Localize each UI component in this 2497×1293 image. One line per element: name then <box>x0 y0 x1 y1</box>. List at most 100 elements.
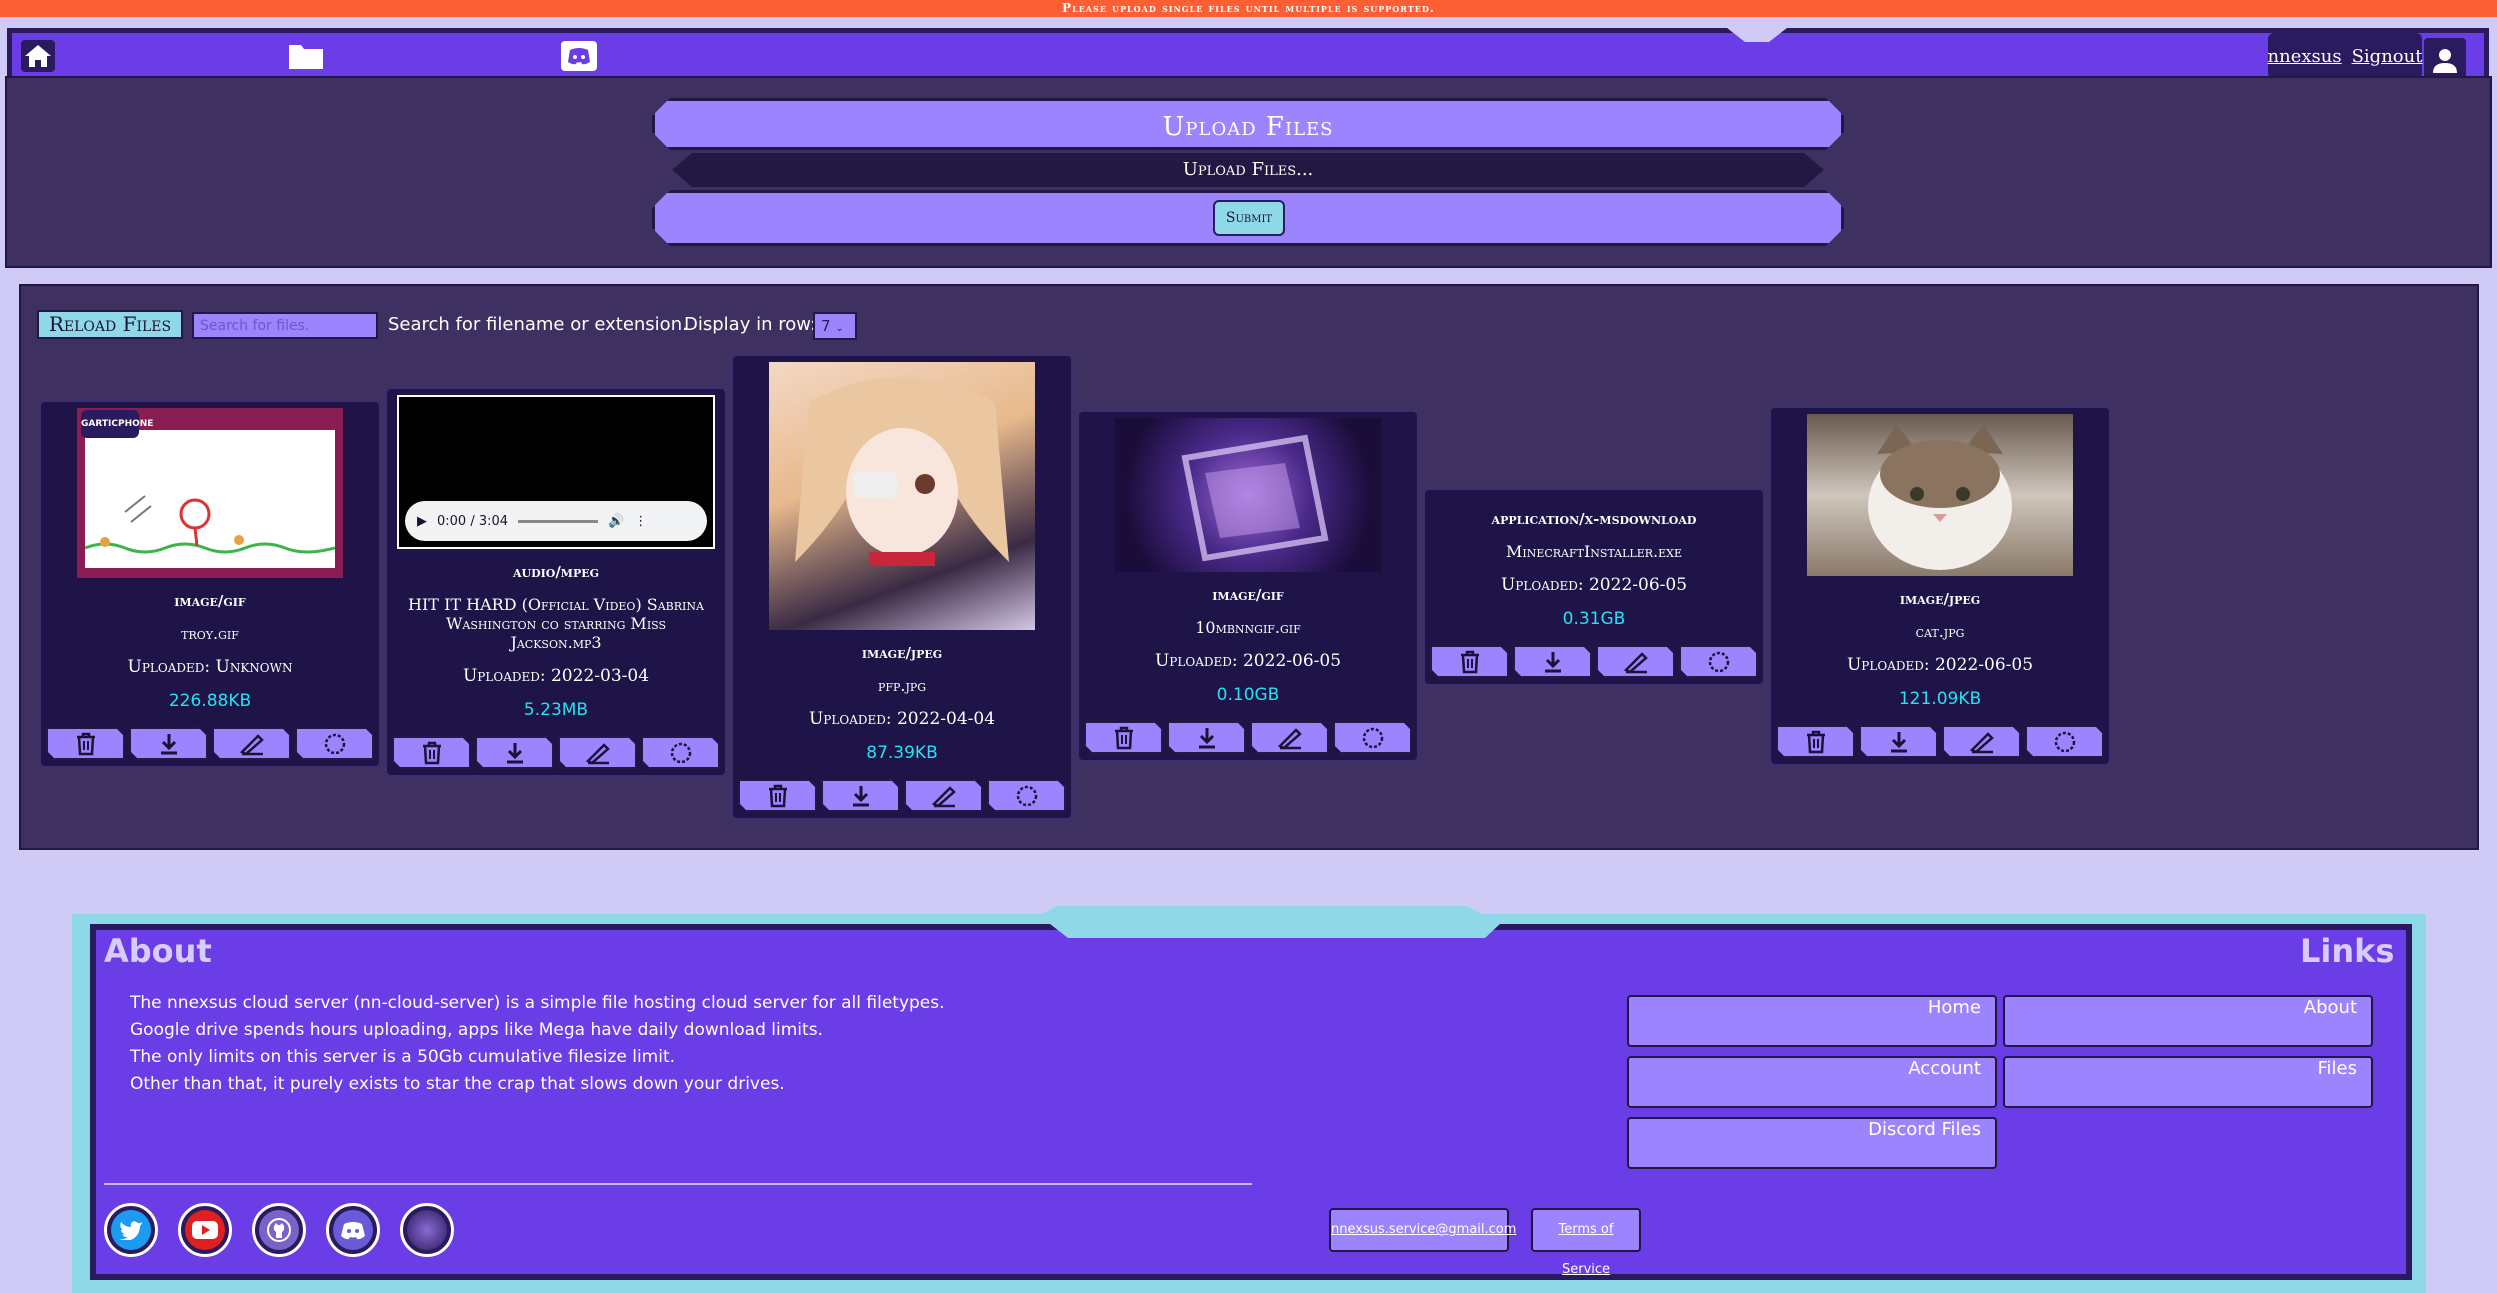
about-line: The only limits on this server is a 50Gb… <box>130 1047 676 1067</box>
download-button[interactable] <box>1513 645 1592 678</box>
twitter-icon[interactable] <box>104 1203 158 1257</box>
file-name: HIT IT HARD (Official Video) Sabrina Was… <box>408 595 704 652</box>
download-button[interactable] <box>821 779 900 812</box>
preview-button[interactable] <box>641 736 720 769</box>
file-name: troy.gif <box>181 624 239 643</box>
preview-icon <box>323 732 347 756</box>
upload-title: Upload Files <box>652 98 1844 150</box>
file-size: 0.10GB <box>1216 685 1280 705</box>
file-type: application/x-msdownload <box>1491 510 1697 528</box>
link-discord-files[interactable]: Discord Files <box>1627 1117 1997 1169</box>
preview-button[interactable] <box>295 727 374 760</box>
delete-button[interactable] <box>738 779 817 812</box>
signout-link[interactable]: Signout <box>2352 46 2423 67</box>
row-select-value: 7 <box>821 317 831 335</box>
file-type: image/jpeg <box>1899 590 1981 608</box>
file-card: image/jpeg cat.jpg Uploaded: 2022-06-05 … <box>1769 406 2111 766</box>
delete-button[interactable] <box>392 736 471 769</box>
row-select[interactable]: 7 ⌄ <box>813 312 857 340</box>
preview-button[interactable] <box>1679 645 1758 678</box>
preview-button[interactable] <box>2025 725 2104 758</box>
trash-icon <box>75 732 97 756</box>
profile-icon[interactable] <box>400 1203 454 1257</box>
download-icon <box>504 741 526 765</box>
link-about[interactable]: About <box>2003 995 2373 1047</box>
rename-button[interactable] <box>904 779 983 812</box>
rename-button[interactable] <box>1250 721 1329 754</box>
file-date: Uploaded: 2022-03-04 <box>462 666 650 686</box>
discord-icon[interactable] <box>326 1203 380 1257</box>
upload-file-input[interactable]: Upload Files... <box>672 153 1824 187</box>
reload-files-button[interactable]: Reload Files <box>37 310 183 339</box>
more-icon[interactable]: ⋮ <box>634 514 647 529</box>
download-button[interactable] <box>129 727 208 760</box>
home-icon[interactable] <box>19 38 57 74</box>
search-input[interactable] <box>192 312 378 339</box>
about-line: Google drive spends hours uploading, app… <box>130 1020 823 1040</box>
github-icon[interactable] <box>252 1203 306 1257</box>
trash-icon <box>1113 726 1135 750</box>
rename-button[interactable] <box>558 736 637 769</box>
email-link[interactable]: nnexsus.service@gmail.com <box>1329 1208 1516 1252</box>
file-size: 226.88KB <box>168 691 252 711</box>
delete-button[interactable] <box>1084 721 1163 754</box>
tos-link[interactable]: Terms of Service <box>1531 1208 1641 1277</box>
delete-button[interactable] <box>1430 645 1509 678</box>
link-files[interactable]: Files <box>2003 1056 2373 1108</box>
file-name: 10mbnngif.gif <box>1195 618 1301 637</box>
about-line: The nnexsus cloud server (nn-cloud-serve… <box>130 993 945 1013</box>
about-text: The nnexsus cloud server (nn-cloud-serve… <box>130 990 945 1098</box>
file-size: 87.39KB <box>866 743 938 763</box>
file-type: audio/mpeg <box>512 563 600 581</box>
rename-icon <box>1623 650 1649 674</box>
username-link[interactable]: nnexsus <box>2268 46 2342 67</box>
file-size: 121.09KB <box>1898 689 1982 709</box>
audio-controls: ▶ 0:00 / 3:04 🔊 ⋮ <box>405 501 707 541</box>
user-menu: nnexsus Signout <box>2268 33 2422 79</box>
file-type: image/jpeg <box>861 644 943 662</box>
download-icon <box>850 784 872 808</box>
trash-icon <box>421 741 443 765</box>
rename-icon <box>1969 730 1995 754</box>
download-button[interactable] <box>1167 721 1246 754</box>
rename-icon <box>1277 726 1303 750</box>
trash-icon <box>1805 730 1827 754</box>
rename-icon <box>239 732 265 756</box>
discord-icon[interactable] <box>560 38 598 74</box>
preview-icon <box>2053 730 2077 754</box>
play-icon[interactable]: ▶ <box>417 514 427 529</box>
download-button[interactable] <box>475 736 554 769</box>
rename-button[interactable] <box>1942 725 2021 758</box>
rename-button[interactable] <box>1596 645 1675 678</box>
folder-icon[interactable] <box>287 38 325 74</box>
links-title: Links <box>2300 932 2395 970</box>
file-card: application/x-msdownload MinecraftInstal… <box>1423 488 1765 686</box>
trash-icon <box>1459 650 1481 674</box>
link-account[interactable]: Account <box>1627 1056 1997 1108</box>
rename-button[interactable] <box>212 727 291 760</box>
youtube-icon[interactable] <box>178 1203 232 1257</box>
file-card: ▶ 0:00 / 3:04 🔊 ⋮ audio/mpeg HIT IT HARD… <box>385 387 727 777</box>
trash-icon <box>767 784 789 808</box>
submit-button[interactable]: Submit <box>1213 200 1285 236</box>
search-hint: Search for filename or extension. <box>388 314 688 335</box>
file-thumbnail <box>1115 418 1381 572</box>
warning-banner: Please upload single files until multipl… <box>0 0 2497 17</box>
audio-progress[interactable] <box>518 519 599 523</box>
garticphone-logo: GARTICPHONE <box>81 410 153 438</box>
about-title: About <box>104 932 212 970</box>
file-type: image/gif <box>174 592 246 610</box>
volume-icon[interactable]: 🔊 <box>608 514 624 529</box>
audio-player: ▶ 0:00 / 3:04 🔊 ⋮ <box>397 395 715 549</box>
chevron-down-icon: ⌄ <box>835 323 844 334</box>
download-button[interactable] <box>1859 725 1938 758</box>
file-card: image/gif 10mbnngif.gif Uploaded: 2022-0… <box>1077 410 1419 762</box>
delete-button[interactable] <box>1776 725 1855 758</box>
link-home[interactable]: Home <box>1627 995 1997 1047</box>
preview-button[interactable] <box>987 779 1066 812</box>
preview-button[interactable] <box>1333 721 1412 754</box>
file-name: cat.jpg <box>1915 622 1965 641</box>
row-label: Display in row: <box>684 314 817 335</box>
footer-divider <box>104 1183 1252 1185</box>
delete-button[interactable] <box>46 727 125 760</box>
